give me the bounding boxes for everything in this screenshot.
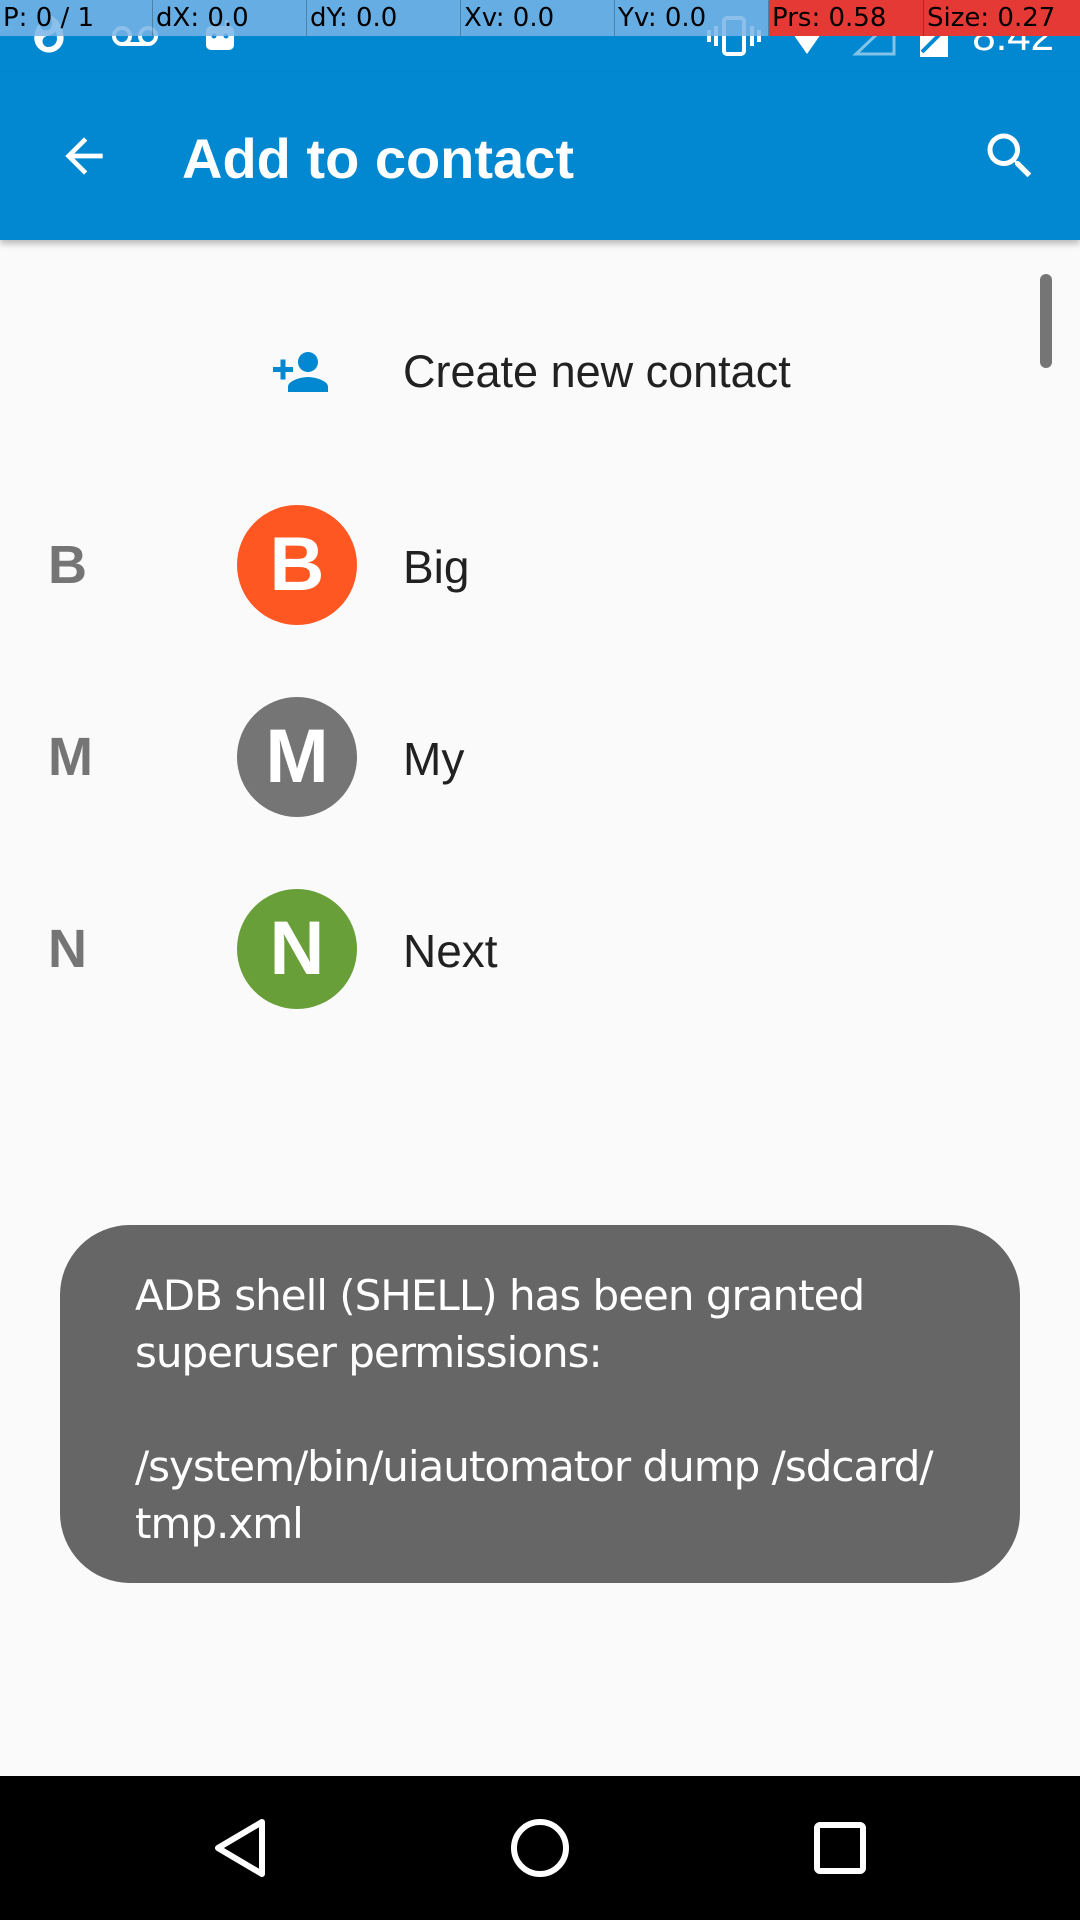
contact-name: My [403,733,465,785]
arrow-back-icon [65,137,103,175]
overlay-pressure: Prs: 0.58 [769,0,924,36]
nav-home-button[interactable] [490,1798,590,1898]
avatar: B [237,505,357,625]
toast-line: ADB shell (SHELL) has been granted [135,1271,865,1320]
toast-line: superuser permissions: [135,1328,603,1377]
search-icon [987,133,1032,178]
overlay-size: Size: 0.27 [924,0,1080,36]
overlay-xv: Xv: 0.0 [461,0,615,36]
contact-name: Big [403,541,470,593]
pointer-location-overlay: P: 0 / 1 dX: 0.0 dY: 0.0 Xv: 0.0 Yv: 0.0… [0,0,1080,36]
nav-back-button[interactable] [190,1798,290,1898]
page-title: Add to contact [182,127,574,190]
nav-back-icon [215,1819,265,1877]
nav-recents-icon [814,1822,866,1874]
create-new-contact-item[interactable]: Create new contact [0,298,1080,448]
nav-home-icon [511,1819,569,1877]
contact-name: Next [403,925,498,977]
screen: 8:42 P: 0 / 1 dX: 0.0 dY: 0.0 Xv: 0.0 Yv… [0,0,1080,1920]
navigation-bar [0,1776,1080,1920]
toast-line: tmp.xml [135,1499,304,1548]
overlay-dx: dX: 0.0 [153,0,307,36]
overlay-pointer-count: P: 0 / 1 [0,0,153,36]
back-button[interactable] [44,116,124,196]
overlay-dy: dY: 0.0 [307,0,461,36]
section-letter: B [48,535,87,595]
superuser-toast: ADB shell (SHELL) has been granted super… [60,1225,1020,1583]
toast-spacer [135,1381,960,1438]
section-letter: M [48,727,93,787]
overlay-yv: Yv: 0.0 [615,0,769,36]
avatar: N [237,889,357,1009]
create-new-contact-label: Create new contact [403,346,791,397]
nav-recents-button[interactable] [790,1798,890,1898]
contact-list-item[interactable]: M M My [0,672,1080,842]
contact-list-item[interactable]: N N Next [0,864,1080,1034]
person-add-icon [260,342,336,402]
app-bar: Add to contact [0,72,1080,240]
toast-line: /system/bin/uiautomator dump /sdcard/ [135,1442,934,1491]
avatar: M [237,697,357,817]
section-letter: N [48,919,87,979]
search-button[interactable] [970,116,1050,196]
contact-list-item[interactable]: B B Big [0,480,1080,650]
